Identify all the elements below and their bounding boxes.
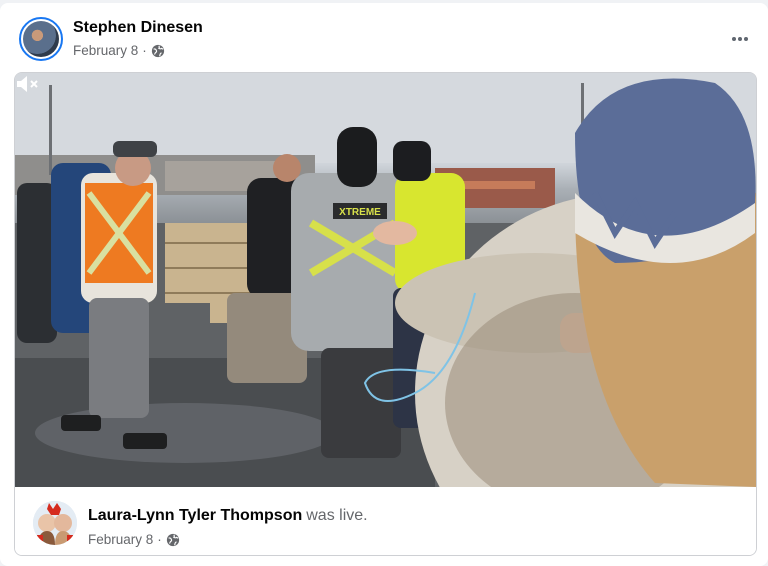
live-meta-separator: · [157, 532, 162, 547]
live-meta: February 8 · [88, 532, 180, 547]
post-card: Stephen Dinesen February 8 · XTREME Laur… [0, 3, 768, 566]
globe-icon [166, 533, 179, 546]
meta-separator: · [142, 43, 147, 58]
live-line: Laura-Lynn Tyler Thompson was live. [88, 507, 368, 525]
author-avatar[interactable] [19, 17, 63, 61]
volume-muted-icon[interactable] [15, 73, 41, 95]
post-meta: February 8 · [73, 43, 165, 58]
live-author-name[interactable]: Laura-Lynn Tyler Thompson [88, 507, 302, 524]
shared-live-video[interactable]: XTREME Laura-Lynn Tyler Thompson was liv… [14, 72, 757, 556]
live-author-avatar[interactable] [33, 501, 77, 545]
post-date[interactable]: February 8 [73, 43, 138, 58]
author-name[interactable]: Stephen Dinesen [73, 19, 203, 37]
video-player[interactable]: XTREME [15, 73, 756, 487]
live-status-text: was live. [306, 507, 368, 524]
jacket-text: XTREME [339, 207, 381, 218]
live-date[interactable]: February 8 [88, 532, 153, 547]
more-horizontal-icon [731, 37, 736, 41]
live-footer: Laura-Lynn Tyler Thompson was live. Febru… [15, 487, 756, 555]
globe-icon [151, 44, 164, 57]
post-header: Stephen Dinesen February 8 · [19, 17, 754, 69]
more-options-button[interactable] [726, 25, 754, 53]
video-frame: XTREME [15, 73, 756, 487]
